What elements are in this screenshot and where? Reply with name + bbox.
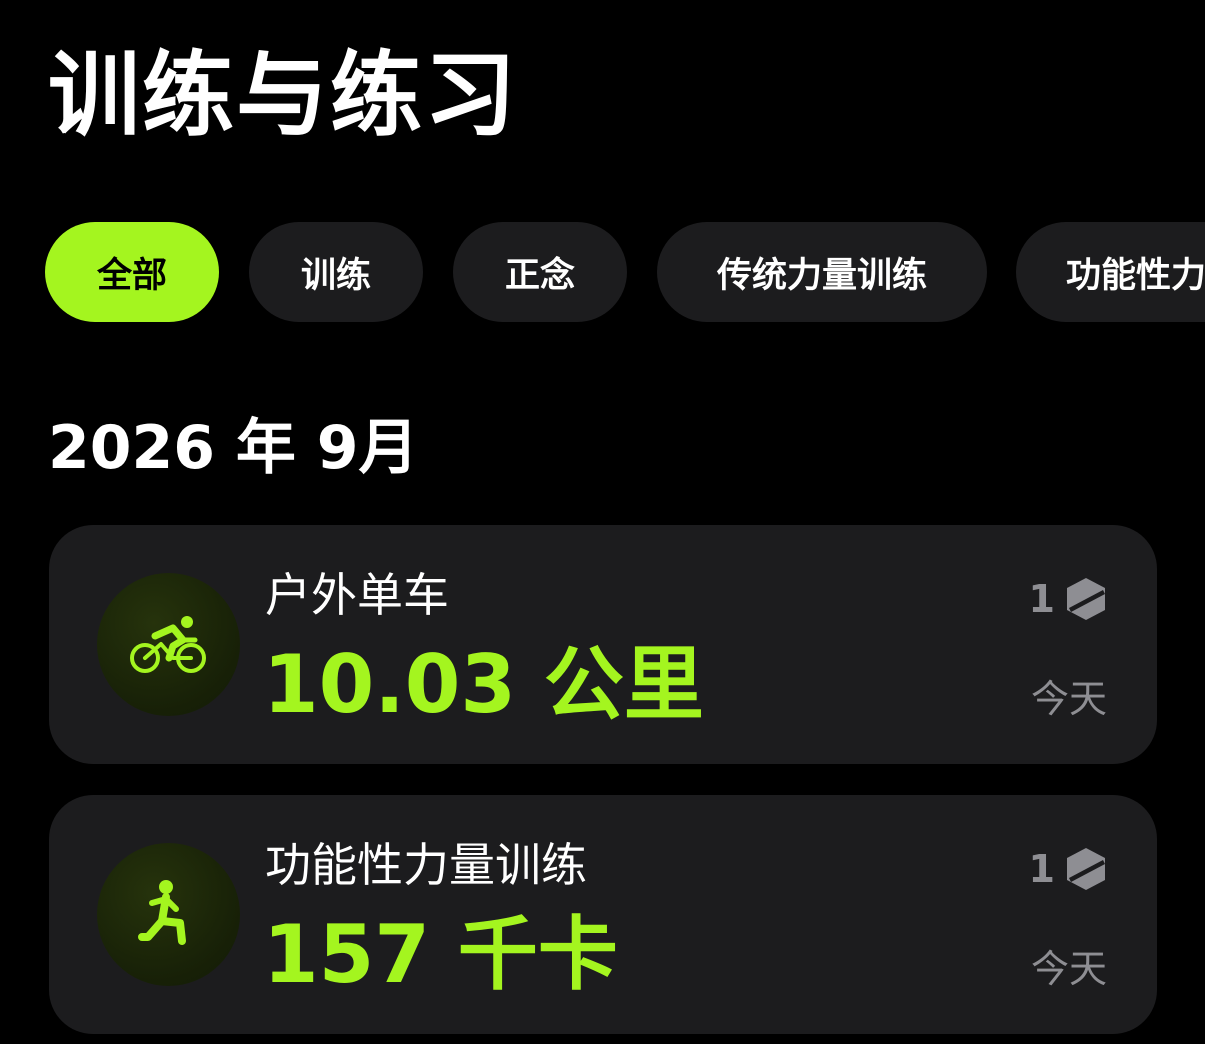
filter-chip-traditional-strength[interactable]: 传统力量训练 xyxy=(657,222,987,322)
workout-count: 1 xyxy=(1028,847,1055,891)
workout-card-cycling[interactable]: 户外单车 10.03 公里 1 今天 xyxy=(49,525,1157,764)
workout-count-badge: 1 xyxy=(1029,845,1107,893)
hexagon-stack-icon xyxy=(1067,848,1105,890)
cycling-icon xyxy=(129,615,206,673)
workout-count: 1 xyxy=(1028,577,1055,621)
page-title: 训练与练习 xyxy=(48,42,519,149)
filter-chip-all[interactable]: 全部 xyxy=(45,222,219,322)
workout-icon-badge xyxy=(97,843,240,986)
hexagon-stack-icon xyxy=(1067,578,1105,620)
filter-chip-mindfulness[interactable]: 正念 xyxy=(453,222,627,322)
month-heading: 2026 年 9月 xyxy=(48,413,419,483)
workout-title: 户外单车 xyxy=(265,568,449,622)
filter-chip-functional-strength[interactable]: 功能性力量训练 xyxy=(1016,222,1205,322)
workout-date: 今天 xyxy=(1030,947,1107,991)
workout-value: 157 千卡 xyxy=(263,908,618,1001)
workout-date: 今天 xyxy=(1030,677,1107,721)
workout-title: 功能性力量训练 xyxy=(265,838,587,892)
workout-icon-badge xyxy=(97,573,240,716)
workout-value: 10.03 公里 xyxy=(263,638,704,731)
filter-chip-workouts[interactable]: 训练 xyxy=(249,222,423,322)
strength-training-icon xyxy=(137,879,186,945)
workout-card-functional-strength[interactable]: 功能性力量训练 157 千卡 1 今天 xyxy=(49,795,1157,1034)
workout-count-badge: 1 xyxy=(1029,575,1107,623)
filter-chip-row: 全部 训练 正念 传统力量训练 功能性力量训练 xyxy=(45,222,1205,322)
